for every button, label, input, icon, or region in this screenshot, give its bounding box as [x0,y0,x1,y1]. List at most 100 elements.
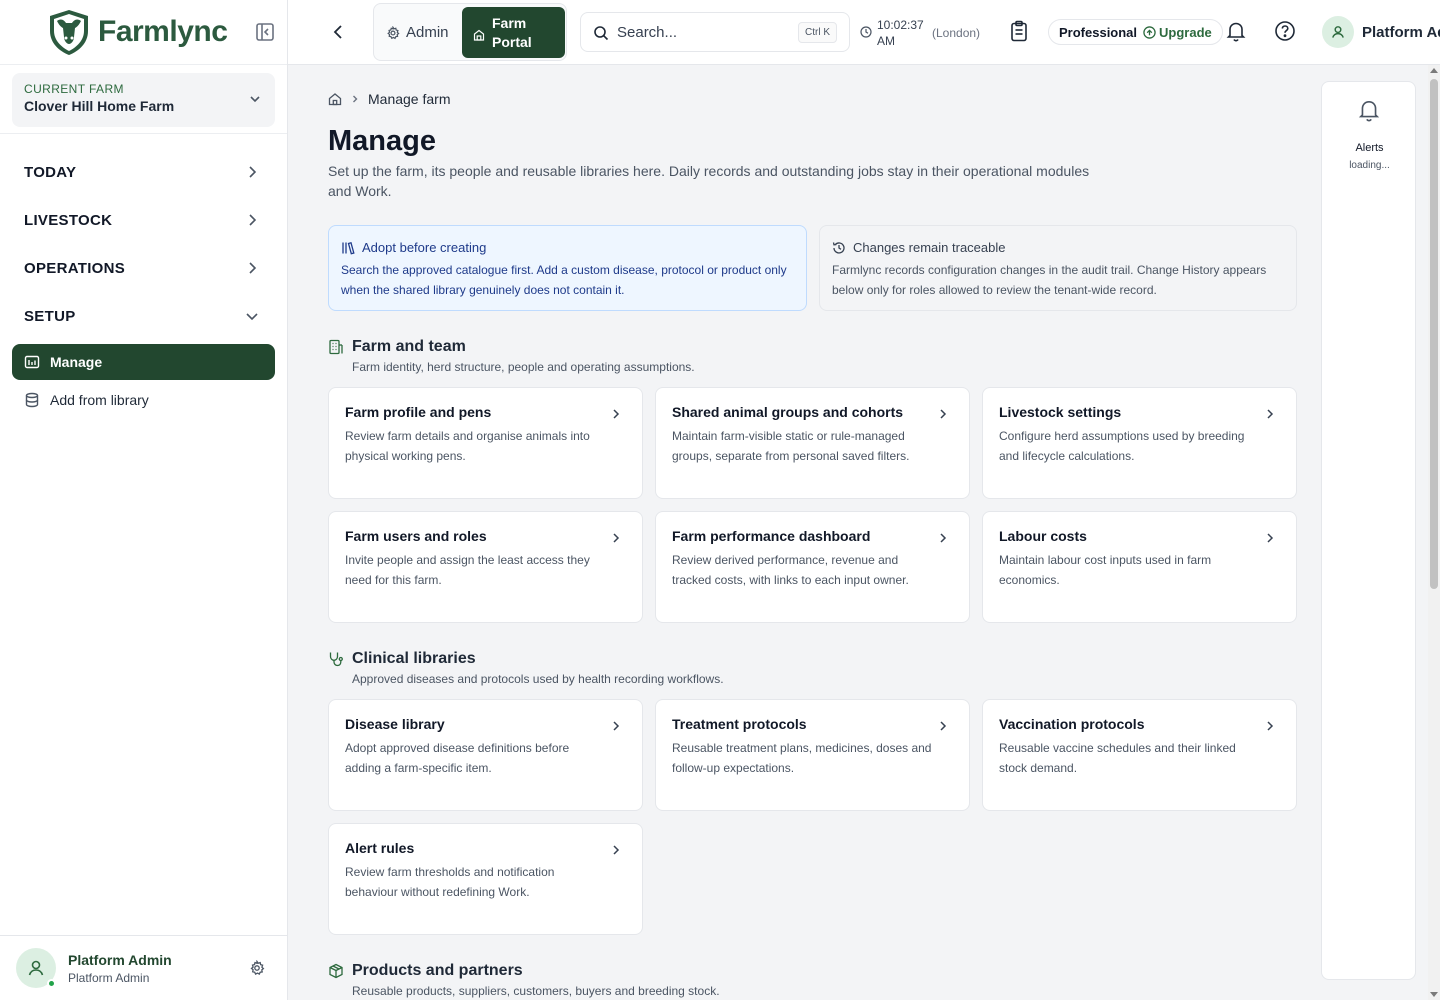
farm-portal-tab-label: Farm Portal [492,15,532,50]
card-description: Maintain farm-visible static or rule-man… [672,429,910,463]
card-title: Alert rules [345,840,415,856]
note-body: Farmlync records configuration changes i… [832,263,1267,297]
adopt-before-creating-note: Adopt before creating Search the approve… [328,225,807,311]
card-treatment-protocols[interactable]: Treatment protocols Reusable treatment p… [655,699,970,811]
card-description: Invite people and assign the least acces… [345,553,590,587]
card-vaccination-protocols[interactable]: Vaccination protocols Reusable vaccine s… [982,699,1297,811]
section-title: Products and partners [352,962,523,979]
nav-section-label: OPERATIONS [24,259,126,277]
farm-portal-tab[interactable]: Farm Portal [462,7,565,58]
stethoscope-icon [329,652,343,667]
scroll-down-arrow[interactable] [1430,992,1438,997]
card-title: Shared animal groups and cohorts [672,404,904,420]
chevron-right-icon [1267,721,1274,731]
card-title: Disease library [345,716,445,732]
page-description: Set up the farm, its people and reusable… [328,163,1090,199]
sidebar-user-footer: Platform Admin Platform Admin [0,935,287,1000]
brand-name: Farmlync [98,15,228,48]
chevron-right-icon [613,533,620,543]
gear-icon[interactable] [249,960,265,976]
avatar[interactable] [16,948,56,988]
card-disease-library[interactable]: Disease library Adopt approved disease d… [328,699,643,811]
card-description: Maintain labour cost inputs used in farm… [999,553,1212,587]
manage-icon [24,355,40,369]
admin-portal-tab[interactable]: Admin [386,24,449,41]
history-icon [832,242,845,254]
brand-logo[interactable]: Farmlync [0,0,287,65]
sidebar-item-label: Add from library [50,392,149,408]
user-icon [1332,26,1344,38]
card-description: Reusable treatment plans, medicines, dos… [672,741,932,775]
search-input[interactable]: Search... [617,24,677,41]
local-clock: 10:02:37 AM (London) [860,17,980,49]
bell-icon[interactable] [1226,20,1246,42]
current-farm-label: CURRENT FARM [24,82,124,96]
chevron-right-icon [940,721,947,731]
nav-section-today[interactable]: TODAY [12,154,275,190]
sidebar: Farmlync CURRENT FARM Clover Hill Home F… [0,0,288,1000]
section-clinical-libraries: Clinical libraries Approved diseases and… [328,650,724,686]
card-livestock-settings[interactable]: Livestock settings Configure herd assump… [982,387,1297,499]
barn-icon [473,29,485,41]
card-description: Reusable vaccine schedules and their lin… [999,741,1236,775]
arrow-up-circle-icon [1143,25,1156,39]
card-labour-costs[interactable]: Labour costs Maintain labour cost inputs… [982,511,1297,623]
admin-tab-label: Admin [406,24,449,41]
library-books-icon [342,241,355,255]
help-icon[interactable] [1274,20,1296,42]
breadcrumb-current: Manage farm [368,91,451,107]
alerts-label: Alerts [1355,142,1384,154]
card-title: Farm performance dashboard [672,528,871,544]
card-farm-performance-dashboard[interactable]: Farm performance dashboard Review derive… [655,511,970,623]
clock-icon [860,26,872,38]
chevron-right-icon [613,409,620,419]
chevron-right-icon [940,533,947,543]
global-search[interactable]: Search... Ctrl K [580,12,850,52]
online-status-dot [47,979,56,988]
card-alert-rules[interactable]: Alert rules Review farm thresholds and n… [328,823,643,935]
clipboard-icon[interactable] [1009,20,1029,42]
sidebar-item-manage[interactable]: Manage [12,344,275,380]
current-farm-selector[interactable]: CURRENT FARM Clover Hill Home Farm [12,73,275,127]
scrollbar-thumb[interactable] [1430,79,1438,589]
scroll-up-arrow[interactable] [1430,68,1438,73]
card-farm-users-and-roles[interactable]: Farm users and roles Invite people and a… [328,511,643,623]
section-description: Farm identity, herd structure, people an… [352,360,695,374]
header-user-menu[interactable]: Platform Admin [1322,16,1440,48]
home-icon[interactable] [328,92,342,106]
section-products-and-partners: Products and partners Reusable products,… [328,962,720,998]
nav-section-setup[interactable]: SETUP [12,298,275,334]
nav-section-label: LIVESTOCK [24,211,113,229]
bell-icon [1358,100,1380,122]
chevron-right-icon [613,721,620,731]
card-description: Review derived performance, revenue and … [672,553,909,587]
page-scrollbar[interactable] [1428,65,1440,1000]
card-description: Configure herd assumptions used by breed… [999,429,1245,463]
alerts-panel[interactable]: Alerts loading... [1321,81,1416,980]
chevron-right-icon [249,166,257,178]
section-description: Approved diseases and protocols used by … [352,672,724,686]
chevron-right-icon [353,95,358,103]
card-shared-animal-groups[interactable]: Shared animal groups and cohorts Maintai… [655,387,970,499]
section-farm-and-team: Farm and team Farm identity, herd struct… [328,338,695,374]
plan-badge: Professional Upgrade [1048,19,1223,45]
clock-time: 10:02:37 AM [877,18,924,48]
sidebar-item-label: Manage [50,354,103,370]
gear-icon [387,25,400,39]
section-description: Reusable products, suppliers, customers,… [352,984,720,998]
card-title: Vaccination protocols [999,716,1145,732]
sidebar-divider [0,133,287,134]
chevron-right-icon [1267,533,1274,543]
chevron-right-icon [613,845,620,855]
card-farm-profile-and-pens[interactable]: Farm profile and pens Review farm detail… [328,387,643,499]
main-content: Manage farm Manage Set up the farm, its … [288,65,1428,1000]
upgrade-button[interactable]: Upgrade [1143,25,1212,40]
chevron-left-icon[interactable] [328,22,348,42]
nav-section-livestock[interactable]: LIVESTOCK [12,202,275,238]
section-title: Farm and team [352,338,466,355]
note-title: Adopt before creating [362,240,487,255]
collapse-sidebar-icon[interactable] [254,21,276,43]
card-title: Treatment protocols [672,716,807,732]
sidebar-item-add-from-library[interactable]: Add from library [12,382,275,418]
nav-section-operations[interactable]: OPERATIONS [12,250,275,286]
